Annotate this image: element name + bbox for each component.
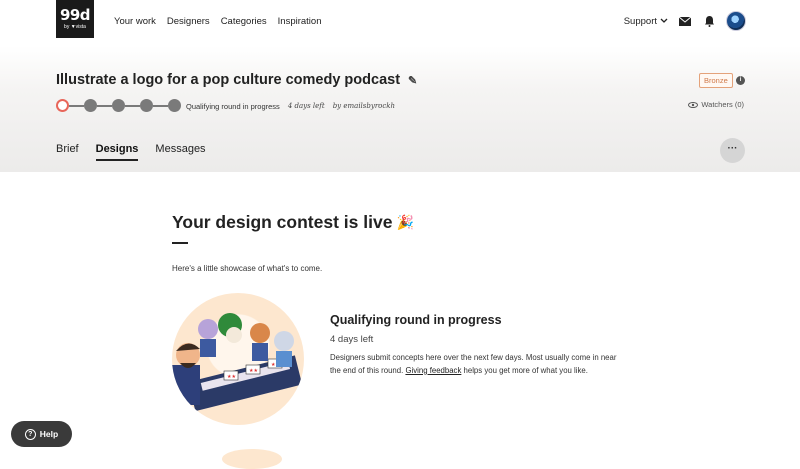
nav-links: Your work Designers Categories Inspirati… [114,16,321,27]
bell-icon[interactable] [702,14,716,28]
eye-icon [688,101,699,108]
contest-status: Qualifying round in progress 4 days left… [186,102,395,111]
time-left: 4 days left [287,102,325,110]
step-5 [168,99,181,112]
step-2 [84,99,97,112]
step-3 [112,99,125,112]
logo-subtext: by ▼vista [64,24,86,30]
chevron-down-icon [660,18,668,23]
step-4 [140,99,153,112]
contest-tabs: Brief Designs Messages [56,143,206,161]
round-time-left: 4 days left [330,334,374,345]
support-menu[interactable]: Support [624,16,668,27]
step-connector [69,104,84,107]
step-connector [153,104,168,107]
round-description-part2: helps you get more of what you like. [461,365,588,375]
step-connector [125,104,140,107]
step-connector [97,104,112,107]
nav-link-designers[interactable]: Designers [167,16,210,27]
party-popper-icon: 🎉 [396,214,414,230]
contest-title: Illustrate a logo for a pop culture come… [56,72,417,88]
svg-text:★★: ★★ [227,374,236,380]
watchers-label: Watchers (0) [701,100,744,109]
nav-right: Support [624,11,746,31]
logo-text: 99d [59,6,91,24]
next-illustration-peek [222,449,282,469]
tab-messages[interactable]: Messages [155,143,205,161]
svg-text:★★: ★★ [249,368,258,374]
page-heading: Your design contest is live 🎉 [172,212,414,233]
more-options-button[interactable]: ··· [720,138,745,163]
nav-link-categories[interactable]: Categories [221,16,267,27]
heading-text: Your design contest is live [172,212,393,232]
progress-steps [56,99,181,112]
nav-link-your-work[interactable]: Your work [114,16,156,27]
info-icon[interactable]: i [736,76,745,85]
support-label: Support [623,15,657,27]
mail-icon[interactable] [678,14,692,28]
heading-divider [172,242,188,244]
step-1 [56,99,69,112]
contest-title-text: Illustrate a logo for a pop culture come… [56,72,401,88]
contest-owner: by emailsbyrockh [332,102,396,110]
tier-badge: Bronze [699,73,733,88]
watchers[interactable]: Watchers (0) [688,100,744,109]
nav-link-inspiration[interactable]: Inspiration [278,16,322,27]
top-nav: 99d by ▼vista Your work Designers Catego… [0,0,800,46]
help-label: Help [39,429,59,439]
giving-feedback-link[interactable]: Giving feedback [405,366,461,375]
tab-designs[interactable]: Designs [95,143,139,161]
tab-brief[interactable]: Brief [56,143,79,161]
round-description: Designers submit concepts here over the … [330,352,620,377]
user-avatar[interactable] [726,11,746,31]
99designs-logo[interactable]: 99d by ▼vista [56,0,94,38]
status-text: Qualifying round in progress [186,102,280,111]
round-title: Qualifying round in progress [330,313,502,327]
intro-text: Here's a little showcase of what's to co… [172,264,323,273]
contest-illustration: ★★ ★★ ★★ [172,293,304,425]
help-button[interactable]: ? Help [11,421,72,447]
question-icon: ? [24,428,36,440]
pencil-icon[interactable]: ✎ [408,74,417,87]
